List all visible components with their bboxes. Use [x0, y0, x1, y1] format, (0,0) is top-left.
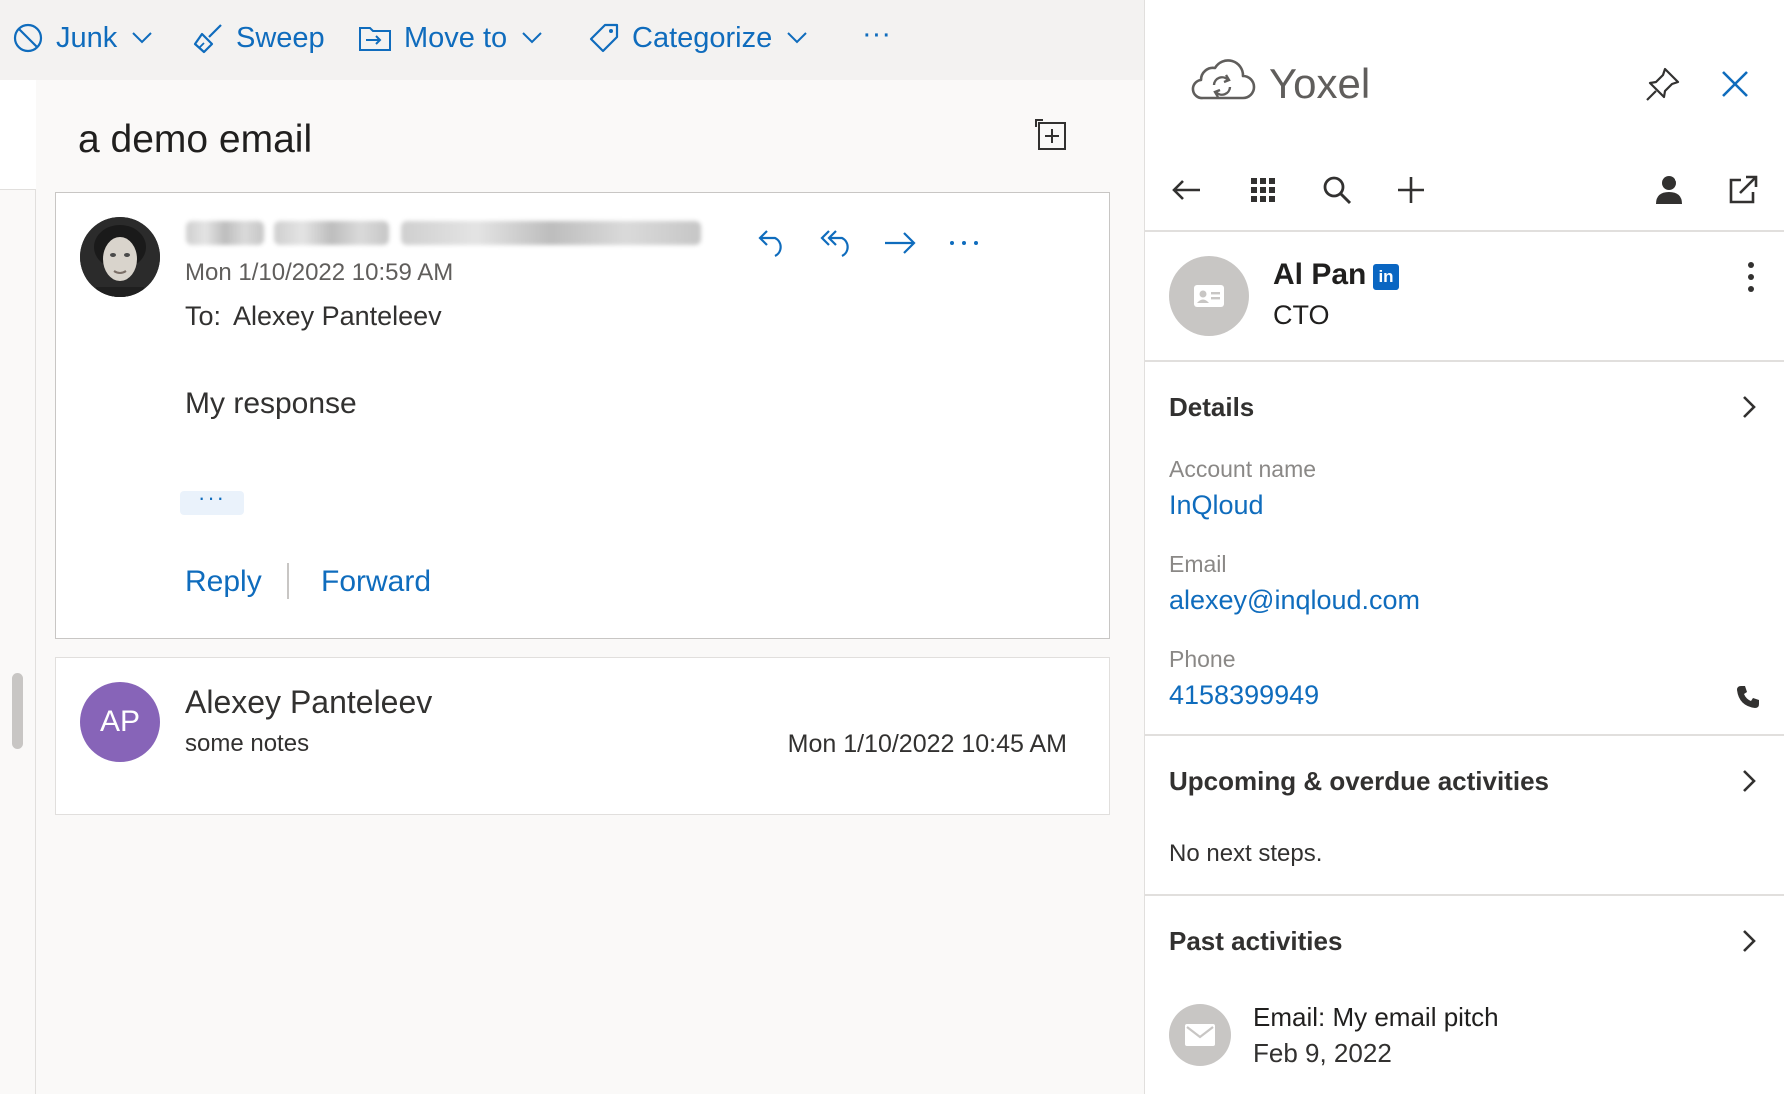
- open-in-new-window-icon[interactable]: [1034, 118, 1068, 152]
- categorize-button[interactable]: Categorize: [588, 18, 808, 58]
- message-date: Mon 1/10/2022 10:45 AM: [787, 730, 1067, 758]
- no-next-steps-text: No next steps.: [1169, 840, 1323, 867]
- apps-grid-icon[interactable]: [1245, 172, 1281, 208]
- recipient-name[interactable]: Alexey Panteleev: [233, 301, 442, 331]
- divider: [287, 563, 289, 599]
- account-name-link[interactable]: InQloud: [1169, 490, 1264, 521]
- move-to-label: Move to: [404, 21, 508, 54]
- chevron-down-icon: [132, 32, 152, 44]
- junk-button[interactable]: Junk: [12, 18, 153, 58]
- reply-icon-button[interactable]: [751, 221, 795, 265]
- show-quoted-text-button[interactable]: ···: [180, 487, 244, 515]
- folder-pane-edge: [0, 80, 36, 1094]
- sender-avatar-initials: AP: [80, 682, 160, 762]
- categorize-label: Categorize: [632, 21, 773, 54]
- activity-date: Feb 9, 2022: [1253, 1038, 1392, 1068]
- contact-header: Al Pan in CTO: [1145, 234, 1784, 362]
- sender-avatar-photo: [80, 217, 160, 297]
- chevron-right-icon[interactable]: [1737, 766, 1761, 796]
- email-label: Email: [1169, 551, 1227, 577]
- reply-all-icon-button[interactable]: [816, 221, 860, 265]
- yoxel-addin-pane: Yoxel Al Pan in CTO Details Account name…: [1144, 0, 1784, 1094]
- arrow-right-icon: [885, 232, 916, 254]
- app-name: Yoxel: [1269, 60, 1371, 107]
- chevron-right-icon[interactable]: [1737, 392, 1761, 422]
- phone-label: Phone: [1169, 646, 1236, 672]
- folder-pane-edge-top: [0, 80, 36, 190]
- phone-icon[interactable]: [1735, 684, 1761, 710]
- linkedin-icon[interactable]: in: [1373, 264, 1399, 290]
- contact-person-icon[interactable]: [1651, 172, 1687, 208]
- search-icon[interactable]: [1319, 172, 1355, 208]
- divider: [1145, 894, 1784, 896]
- upcoming-activities-heading[interactable]: Upcoming & overdue activities: [1169, 766, 1549, 797]
- move-to-button[interactable]: Move to: [358, 18, 543, 58]
- sender-name-redacted: [186, 221, 776, 245]
- yoxel-cloud-sync-logo: [1191, 59, 1256, 100]
- close-icon[interactable]: [1715, 64, 1755, 104]
- phone-link[interactable]: 4158399949: [1169, 680, 1319, 711]
- chevron-right-icon[interactable]: [1737, 926, 1761, 956]
- email-subject: a demo email: [78, 118, 313, 161]
- reply-all-icon: [820, 230, 849, 257]
- email-activity-avatar: [1169, 1004, 1231, 1066]
- message-card-collapsed[interactable]: AP Alexey Panteleev some notes Mon 1/10/…: [55, 657, 1110, 815]
- contact-avatar: [1169, 256, 1249, 336]
- sender-name: Alexey Panteleev: [185, 684, 433, 720]
- block-icon: [13, 23, 43, 53]
- broom-icon: [193, 24, 222, 54]
- chevron-down-icon: [522, 32, 542, 44]
- to-label: To:: [185, 301, 222, 331]
- forward-button[interactable]: Forward: [321, 565, 431, 599]
- contact-card-icon: [1194, 285, 1224, 307]
- pane-header: Yoxel: [1145, 0, 1784, 232]
- message-body: My response: [185, 387, 357, 420]
- email-link[interactable]: alexey@inqloud.com: [1169, 585, 1420, 616]
- back-arrow-icon[interactable]: [1169, 172, 1205, 208]
- reply-icon: [758, 230, 782, 257]
- forward-icon-button[interactable]: [878, 221, 922, 265]
- message-more-button[interactable]: [942, 221, 986, 265]
- message-preview: some notes: [185, 730, 310, 757]
- tag-icon: [589, 23, 619, 53]
- message-card-expanded: Mon 1/10/2022 10:59 AM To: Alexey Pantele…: [55, 192, 1110, 639]
- more-actions-button[interactable]: ···: [862, 14, 891, 54]
- divider: [1145, 734, 1784, 736]
- more-horizontal-icon: [950, 241, 978, 245]
- account-name-label: Account name: [1169, 456, 1317, 482]
- pin-icon[interactable]: [1643, 64, 1683, 104]
- more-vertical-icon[interactable]: [1741, 260, 1761, 294]
- contact-name: Al Pan: [1273, 258, 1367, 291]
- junk-label: Junk: [56, 21, 118, 54]
- message-date: Mon 1/10/2022 10:59 AM: [185, 259, 454, 286]
- past-activities-heading[interactable]: Past activities: [1169, 926, 1342, 957]
- recipient-line: To: Alexey Panteleev: [185, 301, 442, 332]
- activity-title[interactable]: Email: My email pitch: [1253, 1002, 1499, 1033]
- move-to-folder-icon: [359, 27, 391, 51]
- reply-button[interactable]: Reply: [185, 565, 262, 599]
- chevron-down-icon: [787, 32, 807, 44]
- open-external-icon[interactable]: [1725, 172, 1761, 208]
- contact-title: CTO: [1273, 300, 1330, 330]
- sweep-label: Sweep: [236, 21, 325, 54]
- mail-reading-pane: Junk Sweep Move to Categorize ··· a demo…: [0, 0, 1144, 1094]
- scrollbar-thumb[interactable]: [12, 673, 23, 749]
- command-toolbar: Junk Sweep Move to Categorize ···: [0, 0, 1144, 80]
- sweep-button[interactable]: Sweep: [192, 18, 325, 58]
- add-icon[interactable]: [1393, 172, 1429, 208]
- mail-icon: [1185, 1024, 1215, 1046]
- person-photo-icon: [80, 217, 160, 297]
- details-heading[interactable]: Details: [1169, 392, 1254, 423]
